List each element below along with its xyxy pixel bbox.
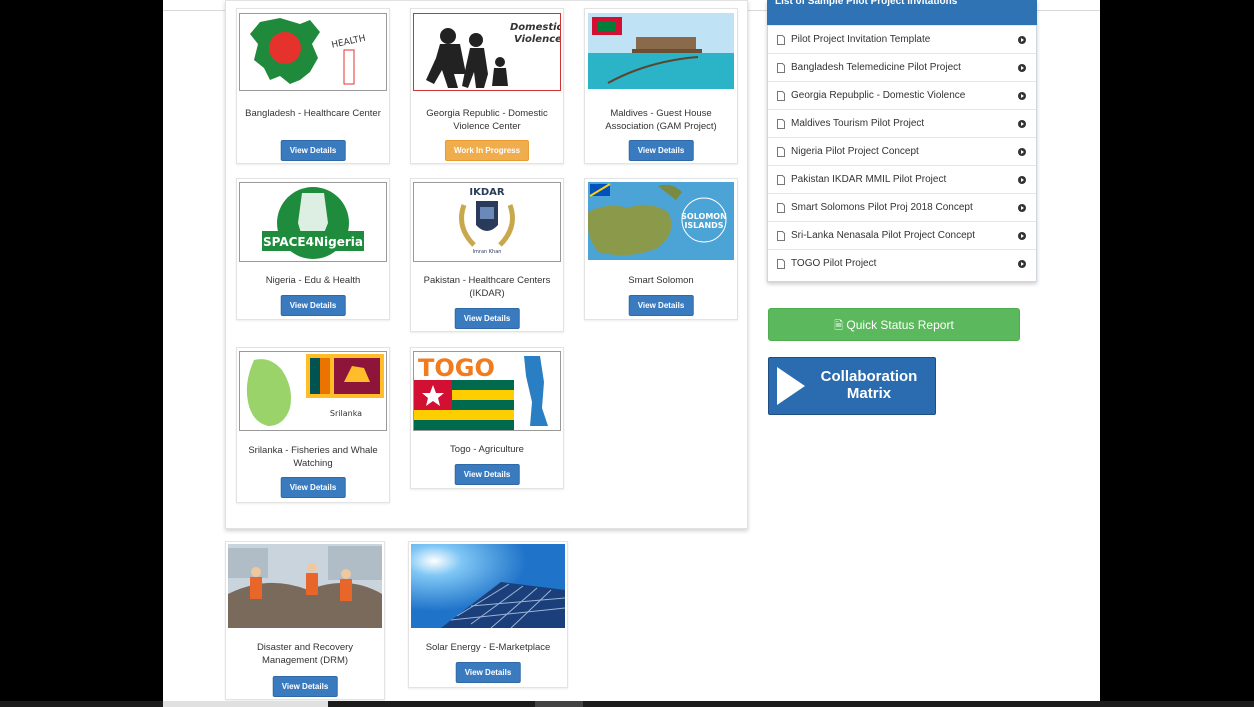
list-item-label: Sri-Lanka Nenasala Pilot Project Concept (791, 230, 975, 241)
maldives-thumbnail (587, 13, 735, 89)
view-details-button[interactable]: View Details (628, 140, 694, 161)
project-card-togo: TOGO Togo - Agriculture View Details (410, 347, 564, 489)
thumb-ikdar-text: IKDAR (469, 187, 505, 198)
list-item[interactable]: Maldives Tourism Pilot Project (768, 109, 1036, 138)
project-title: Solar Energy - E-Marketplace (425, 642, 551, 653)
arrow-circle-right-icon (1018, 260, 1026, 268)
taskbar-segment (535, 701, 583, 707)
arrow-circle-right-icon (1018, 204, 1026, 212)
file-icon: 🗎 (834, 320, 844, 332)
quick-status-report-button[interactable]: 🗎 Quick Status Report (768, 308, 1020, 341)
solomon-thumbnail: SOLOMON ISLANDS (587, 182, 735, 260)
project-card-solar: Solar Energy - E-Marketplace View Detail… (408, 541, 568, 688)
thumb-space4nigeria-text: SPACE4Nigeria (263, 235, 363, 249)
collaboration-matrix-label: Collaboration Matrix (803, 368, 935, 402)
list-item[interactable]: Pakistan IKDAR MMIL Pilot Project (768, 165, 1036, 194)
list-item[interactable]: Smart Solomons Pilot Proj 2018 Concept (768, 193, 1036, 222)
project-card-drm: Disaster and Recovery Management (DRM) V… (225, 541, 385, 700)
srilanka-thumbnail: Srilanka (239, 351, 387, 431)
work-in-progress-button[interactable]: Work In Progress (444, 140, 530, 161)
thumb-solomon-text: SOLOMON (681, 212, 727, 221)
view-details-button[interactable]: View Details (628, 295, 694, 316)
document-icon (777, 259, 785, 269)
document-icon (777, 35, 785, 45)
thumb-togo-text: TOGO (418, 354, 495, 382)
project-title: Togo - Agriculture (450, 444, 524, 455)
thumb-srilanka-text: Srilanka (330, 409, 362, 418)
georgia-thumbnail: Domestic Violence (413, 13, 561, 91)
pilot-invitations-list: List of Sample Pilot Project Invitations… (767, 0, 1037, 282)
list-item[interactable]: Georgia Repubplic - Domestic Violence (768, 81, 1036, 110)
list-item[interactable]: TOGO Pilot Project (768, 249, 1036, 278)
project-title: Pakistan - Healthcare Centers (IKDAR) (423, 275, 551, 299)
project-title: Smart Solomon (628, 275, 694, 286)
collab-line2: Matrix (846, 385, 892, 402)
list-item[interactable]: Bangladesh Telemedicine Pilot Project (768, 53, 1036, 82)
collaboration-matrix-button[interactable]: Collaboration Matrix (768, 357, 936, 415)
list-item-label: Pakistan IKDAR MMIL Pilot Project (791, 174, 947, 185)
thumb-islands-text: ISLANDS (684, 221, 723, 230)
thumb-imran-khan-text: Imran Khan (473, 249, 502, 255)
project-title: Nigeria - Edu & Health (265, 275, 361, 286)
list-item-label: Georgia Repubplic - Domestic Violence (791, 90, 966, 101)
view-details-button[interactable]: View Details (454, 464, 520, 485)
view-details-button[interactable]: View Details (280, 477, 346, 498)
list-heading: List of Sample Pilot Project Invitations (767, 0, 1037, 25)
list-item-label: Bangladesh Telemedicine Pilot Project (791, 62, 961, 73)
project-title: Srilanka - Fisheries and Whale Watching (248, 445, 378, 469)
page: HEALTH Bangladesh - Healthcare Center Vi… (163, 0, 1100, 707)
document-icon (777, 147, 785, 157)
list-item[interactable]: Sri-Lanka Nenasala Pilot Project Concept (768, 221, 1036, 250)
view-details-button[interactable]: View Details (454, 308, 520, 329)
project-card-solomon: SOLOMON ISLANDS Smart Solomon View Detai… (584, 178, 738, 320)
nigeria-thumbnail: SPACE4Nigeria (239, 182, 387, 262)
document-icon (777, 91, 785, 101)
project-title: Georgia Republic - Domestic Violence Cen… (426, 108, 548, 132)
togo-thumbnail: TOGO (413, 351, 561, 431)
document-icon (777, 63, 785, 73)
document-icon (777, 203, 785, 213)
list-item[interactable]: Nigeria Pilot Project Concept (768, 137, 1036, 166)
document-icon (777, 231, 785, 241)
collab-line1: Collaboration (820, 368, 918, 385)
arrow-circle-right-icon (1018, 64, 1026, 72)
bangladesh-thumbnail: HEALTH (239, 13, 387, 91)
play-icon (777, 367, 805, 405)
view-details-button[interactable]: View Details (280, 295, 346, 316)
project-card-maldives: Maldives - Guest House Association (GAM … (584, 8, 738, 164)
project-card-georgia: Domestic Violence Georgia Republic - Dom… (410, 8, 564, 164)
view-details-button[interactable]: View Details (455, 662, 521, 683)
thumb-domestic-text: Domestic (510, 22, 560, 33)
list-item-label: Pilot Project Invitation Template (791, 34, 931, 45)
arrow-circle-right-icon (1018, 148, 1026, 156)
taskbar-segment (163, 701, 328, 707)
project-title: Bangladesh - Healthcare Center (245, 108, 381, 119)
list-item-label: Smart Solomons Pilot Proj 2018 Concept (791, 202, 973, 213)
project-card-pakistan: IKDAR Imran Khan Pakistan - Healthcare C… (410, 178, 564, 332)
list-item-label: Nigeria Pilot Project Concept (791, 146, 919, 157)
arrow-circle-right-icon (1018, 176, 1026, 184)
project-title: Disaster and Recovery Management (DRM) (256, 642, 354, 666)
thumb-violence-text: Violence (514, 34, 560, 45)
list-item[interactable]: Pilot Project Invitation Template (768, 25, 1036, 54)
arrow-circle-right-icon (1018, 36, 1026, 44)
document-icon (777, 119, 785, 129)
view-details-button[interactable]: View Details (272, 676, 338, 697)
arrow-circle-right-icon (1018, 120, 1026, 128)
project-card-srilanka: Srilanka Srilanka - Fisheries and Whale … (236, 347, 390, 503)
project-title: Maldives - Guest House Association (GAM … (605, 108, 717, 132)
project-card-nigeria: SPACE4Nigeria Nigeria - Edu & Health Vie… (236, 178, 390, 320)
list-item-label: TOGO Pilot Project (791, 258, 877, 269)
project-card-bangladesh: HEALTH Bangladesh - Healthcare Center Vi… (236, 8, 390, 164)
list-item-label: Maldives Tourism Pilot Project (791, 118, 925, 129)
quick-status-label: Quick Status Report (846, 318, 954, 332)
drm-thumbnail (228, 544, 382, 628)
solar-thumbnail (411, 544, 565, 628)
bottom-taskbar (0, 701, 1254, 707)
arrow-circle-right-icon (1018, 92, 1026, 100)
arrow-circle-right-icon (1018, 232, 1026, 240)
view-details-button[interactable]: View Details (280, 140, 346, 161)
document-icon (777, 175, 785, 185)
pakistan-thumbnail: IKDAR Imran Khan (413, 182, 561, 262)
